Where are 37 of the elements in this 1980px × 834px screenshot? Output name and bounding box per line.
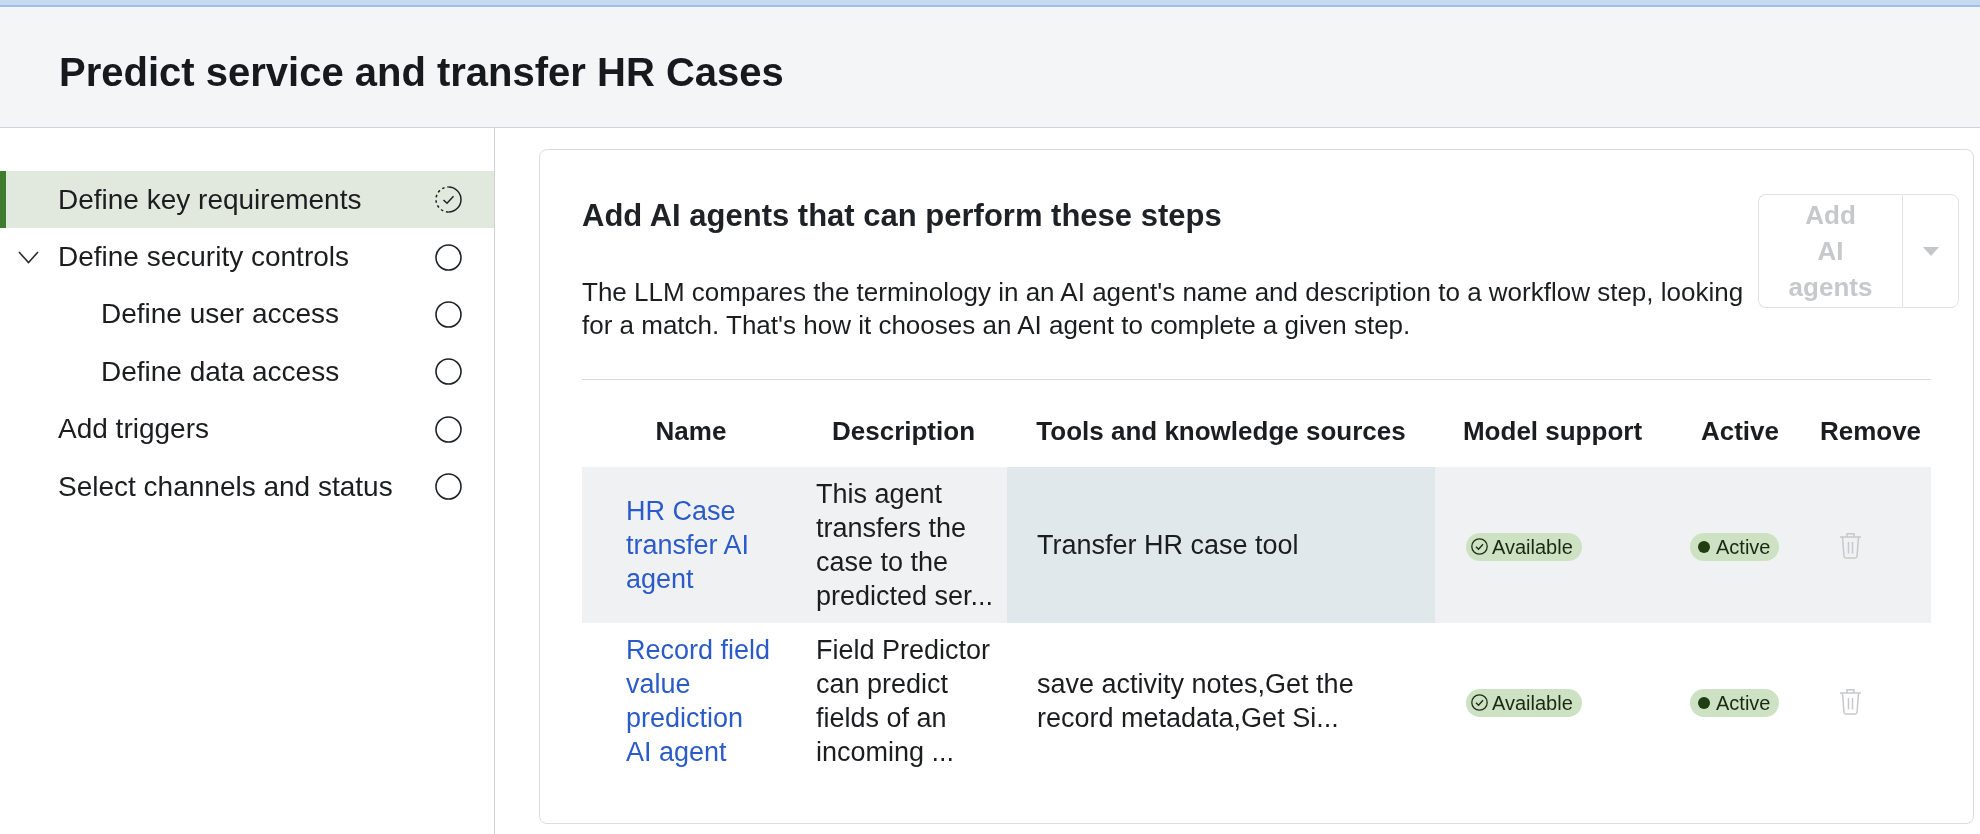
table-cell: save activity notes,Get the record metadata,Get Si... [1007,623,1435,779]
table-cell: Transfer HR case tool [1007,467,1435,623]
check-circle-icon [1471,694,1488,712]
sidebar-item[interactable]: Define user access [0,285,494,344]
table-cell: Field Predictor can predict fields of an incoming ... [800,623,1007,779]
column-header: Tools and knowledge sources [1007,380,1435,467]
column-header: Remove [1810,380,1931,467]
caret-down-icon [1922,246,1939,256]
sidebar-item[interactable]: Select channels and status [0,457,494,516]
badge-label: Available [1492,690,1573,716]
sidebar-item[interactable]: Define security controls [0,228,494,286]
card-title: Add AI agents that can perform these steps [582,197,1223,235]
badge-label: Available [1492,534,1573,560]
circle-icon [435,300,462,328]
agent-name-link[interactable]: HR Case transfer AI agent [626,494,773,596]
agent-name-link[interactable]: Record field value prediction AI agent [626,633,773,769]
column-header: Name [582,380,800,467]
dashed-check-circle-icon [435,186,462,214]
sidebar-item[interactable]: Define data access [0,343,494,401]
circle-icon [435,243,462,271]
status-dot-icon [1698,696,1710,709]
badge-label: Active [1716,534,1771,560]
column-header: Active [1670,380,1810,467]
column-header: Model support [1435,380,1670,467]
badge-label: Active [1716,690,1771,716]
card-description: The LLM compares the terminology in an AI agent's name and description to a workflow step, looking for a match. That's how it chooses an AI agent to complete a given step. [582,276,1745,342]
table-cell: This agent transfers the case to the predicted ser... [800,467,1007,623]
circle-icon [435,415,462,443]
chevron-down-icon[interactable] [18,250,39,264]
check-circle-icon [1471,538,1488,556]
sidebar-item[interactable]: Define key requirements [0,171,494,229]
column-header: Description [800,380,1007,467]
page-title: Predict service and transfer HR Cases [59,49,784,95]
circle-icon [435,358,462,386]
status-dot-icon [1698,540,1710,553]
circle-icon [435,473,462,501]
sidebar-item[interactable]: Add triggers [0,400,494,458]
